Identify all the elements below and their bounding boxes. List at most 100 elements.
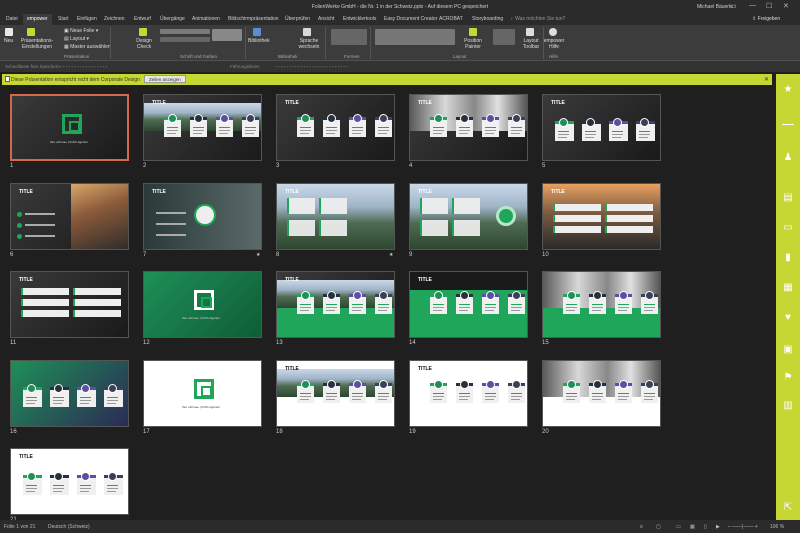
slide-thumbnail[interactable]: TITLE	[276, 360, 395, 427]
tab-easy-document-creator[interactable]: Easy Document Creator	[384, 16, 437, 22]
quick-tools[interactable]: ▪ ▪ ▪ ▪ ▪ ▪ ▪ ▪ ▪ ▪ ▪ ▪ ▪ ▪ ▪ ▪ ▪	[60, 64, 107, 69]
library-button[interactable]: Bibliothek	[248, 38, 270, 44]
quick-tools-2[interactable]: ▪ ▪ ▪ ▪ ▪ ▪ ▪ ▪ ▪ ▪ ▪ ▪ ▪ ▪ ▪ ▪ ▪ ▪ ▪ ▪ …	[275, 64, 348, 69]
slide-thumbnail[interactable]: TITLE	[276, 94, 395, 161]
ribbon-options-icon[interactable]: ▭	[730, 2, 737, 10]
font-controls[interactable]	[160, 29, 210, 34]
slideshow-icon[interactable]: ▶	[716, 524, 720, 530]
tab-entwurf[interactable]: Entwurf	[134, 16, 151, 22]
language-status[interactable]: Deutsch (Schweiz)	[48, 524, 90, 530]
slide-thumbnail[interactable]: TITLE	[542, 183, 661, 250]
master-select-button[interactable]: ▦ Master auswählen	[64, 44, 111, 50]
export-icon[interactable]: ⇱	[782, 502, 794, 514]
tab-einfuegen[interactable]: Einfügen	[77, 16, 97, 22]
color-swatches[interactable]	[212, 29, 242, 41]
position-painter-button[interactable]: Position Painter	[462, 38, 484, 50]
guides-label[interactable]: Führungslinien	[230, 64, 260, 69]
minimize-icon[interactable]: —	[749, 2, 756, 9]
user-name[interactable]: Michael Bäuerle	[697, 4, 733, 10]
slide-thumbnail[interactable]	[10, 360, 129, 427]
settings-icon[interactable]	[27, 28, 35, 36]
slide-thumbnail[interactable]: TITLE	[409, 183, 528, 250]
paragraph-controls[interactable]	[160, 37, 210, 42]
shortcut-save-label[interactable]: Schnelltaste fürs Speichern	[5, 64, 60, 69]
tab-start[interactable]: Start	[58, 16, 69, 22]
align-tools[interactable]	[375, 29, 455, 45]
slide-thumbnail[interactable]: TITLE	[143, 94, 262, 161]
tell-me-search[interactable]: ♀ Was möchten Sie tun?	[510, 16, 565, 22]
star-icon[interactable]: ★	[782, 84, 794, 96]
size-tools[interactable]	[493, 29, 515, 45]
transition-icon[interactable]: ★	[389, 252, 393, 258]
tab-empower[interactable]: empower	[23, 14, 52, 25]
tab-acrobat[interactable]: ACROBAT	[439, 16, 463, 22]
show-lines-button[interactable]: Zeilen anzeigen	[144, 75, 186, 83]
slide-thumbnail[interactable]: TITLE	[10, 271, 129, 338]
new-document-icon[interactable]	[5, 28, 13, 36]
language-icon[interactable]	[303, 28, 311, 36]
notice-close-icon[interactable]: ✕	[764, 76, 769, 83]
help-button[interactable]: empower Hilfe	[543, 38, 565, 50]
new-slide-button[interactable]: ▣ Neue Folie ▾	[64, 28, 98, 34]
tab-entwicklertools[interactable]: Entwicklertools	[343, 16, 376, 22]
chart-icon[interactable]: ▮	[782, 252, 794, 264]
users-icon[interactable]: ♟	[782, 152, 794, 164]
slide-thumbnail[interactable]: TITLE	[143, 183, 262, 250]
reading-view-icon[interactable]: ▯	[704, 524, 707, 530]
comments-icon[interactable]: ▢	[656, 524, 661, 530]
tab-datei[interactable]: Datei	[6, 16, 18, 22]
slide-thumbnail[interactable]: TITLE	[10, 448, 129, 515]
new-button[interactable]: Neu	[4, 38, 13, 44]
normal-view-icon[interactable]: ▭	[676, 524, 681, 530]
design-check-button[interactable]: Design Check	[134, 38, 154, 50]
close-icon[interactable]: ✕	[783, 2, 789, 10]
slide-thumbnail[interactable]	[542, 271, 661, 338]
tab-zeichnen[interactable]: Zeichnen	[104, 16, 125, 22]
notes-icon[interactable]: ≡	[640, 524, 643, 530]
slide-thumbnail[interactable]: TITLE	[276, 271, 395, 338]
layout-toolbar-icon[interactable]	[526, 28, 534, 36]
language-button[interactable]: Sprache wechseln	[298, 38, 320, 50]
design-check-icon[interactable]	[139, 28, 147, 36]
card-text-line	[433, 399, 442, 400]
flag-icon[interactable]: ⚑	[782, 372, 794, 384]
help-icon[interactable]	[549, 28, 557, 36]
slide-thumbnail[interactable]: TITLE	[276, 183, 395, 250]
transition-icon[interactable]: ★	[256, 252, 260, 258]
maximize-icon[interactable]: ☐	[766, 2, 772, 10]
tab-ansicht[interactable]: Ansicht	[318, 16, 334, 22]
paint-icon[interactable]	[469, 28, 477, 36]
slide-card	[297, 380, 314, 403]
zoom-slider[interactable]: – ——|—— +	[728, 524, 758, 530]
slide-icon[interactable]: ▭	[782, 222, 794, 234]
slide-thumbnail[interactable]: TITLE	[409, 360, 528, 427]
tab-storyboarding[interactable]: Storyboarding	[472, 16, 503, 22]
contact-card-icon[interactable]: ▤	[782, 192, 794, 204]
shape-tools[interactable]	[331, 29, 367, 45]
slide-thumbnail[interactable]: Ihre «Firma» | Ihrlch Agentur	[143, 271, 262, 338]
sorter-view-icon[interactable]: ▦	[690, 524, 695, 530]
tab-uebergaenge[interactable]: Übergänge	[160, 16, 185, 22]
image-icon[interactable]: ▣	[782, 344, 794, 356]
table-icon[interactable]: ▦	[782, 282, 794, 294]
slide-thumbnail[interactable]: TITLE	[409, 94, 528, 161]
heart-icon[interactable]: ♥	[782, 312, 794, 324]
card-heading-line	[326, 304, 337, 305]
slide-thumbnail[interactable]: TITLE	[542, 94, 661, 161]
slide-thumbnail[interactable]	[542, 360, 661, 427]
layout-button[interactable]: ▤ Layout ▾	[64, 36, 89, 42]
library-icon[interactable]	[253, 28, 261, 36]
tab-bildschirmpraesentation[interactable]: Bildschirmpräsentation	[228, 16, 279, 22]
layout-toolbar-button[interactable]: Layout Toolbar	[520, 38, 542, 50]
tab-ueberpruefen[interactable]: Überprüfen	[285, 16, 310, 22]
slide-thumbnail[interactable]: TITLE	[10, 183, 129, 250]
slide-thumbnail[interactable]: Ihre «Firma» | Ihrlch Agentur	[143, 360, 262, 427]
zoom-level[interactable]: 106 %	[770, 524, 784, 530]
share-button[interactable]: ⇪ Freigeben	[752, 16, 780, 22]
tab-animationen[interactable]: Animationen	[192, 16, 220, 22]
slide-thumbnail[interactable]: TITLE	[409, 271, 528, 338]
card-text-line	[644, 310, 653, 311]
slide-thumbnail[interactable]: Ihre «Firma» | Ihrlch Agentur	[10, 94, 129, 161]
presentation-settings-button[interactable]: Präsentations-Einstellungen	[17, 38, 57, 50]
document-icon[interactable]: ▥	[782, 400, 794, 412]
